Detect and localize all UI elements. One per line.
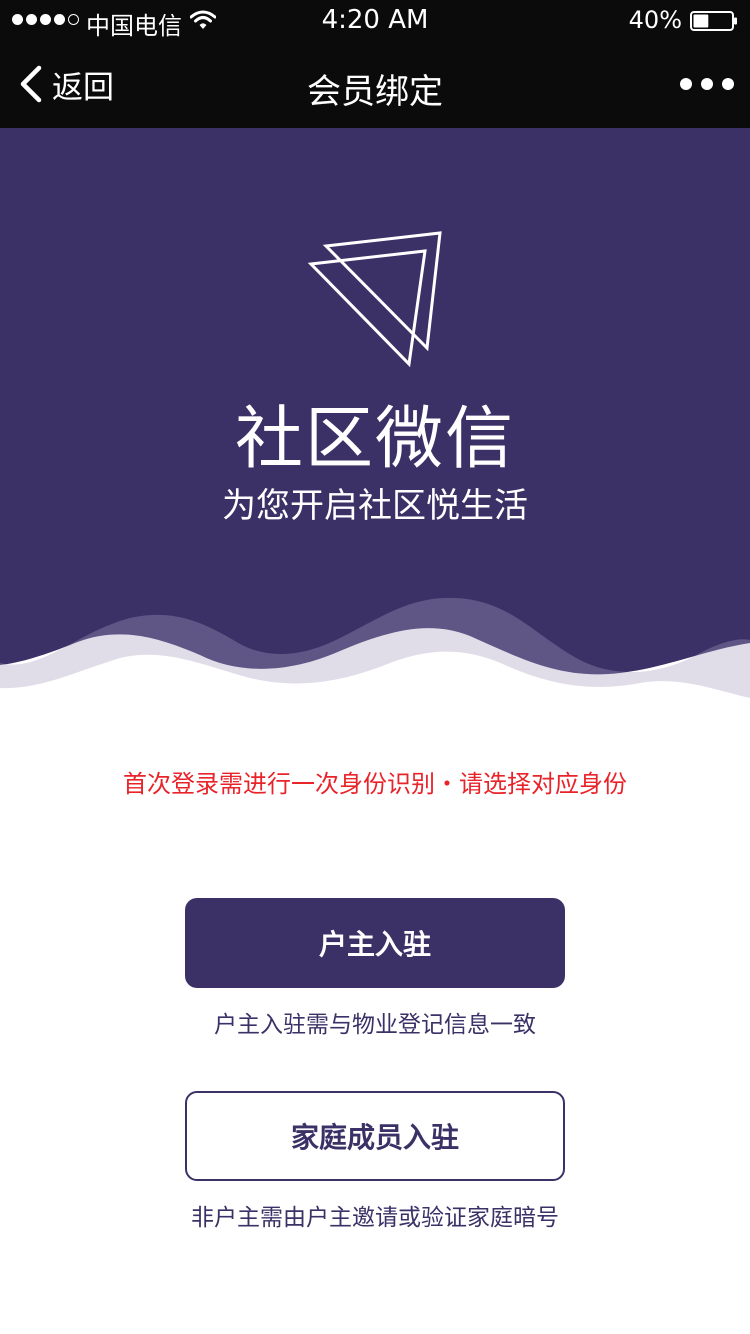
- family-member-join-hint: 非户主需由户主邀请或验证家庭暗号: [191, 1205, 559, 1231]
- owner-join-label: 户主入驻: [318, 928, 431, 961]
- more-dot: [680, 78, 692, 90]
- battery-percentage: 40%: [628, 6, 682, 34]
- family-member-join-label: 家庭成员入驻: [290, 1121, 459, 1154]
- hero-title: 社区微信: [234, 400, 515, 479]
- hero-subtitle: 为您开启社区悦生活: [222, 486, 528, 526]
- status-bar: 中国电信 4:20 AM 40%: [0, 0, 750, 40]
- family-member-join-button[interactable]: 家庭成员入驻: [185, 1091, 565, 1181]
- identity-notice: 首次登录需进行一次身份识别・请选择对应身份: [123, 770, 627, 798]
- more-dot: [701, 78, 713, 90]
- owner-join-hint: 户主入驻需与物业登记信息一致: [214, 1012, 536, 1038]
- owner-join-button[interactable]: 户主入驻: [185, 898, 565, 988]
- navigation-bar: 返回 会员绑定: [0, 40, 750, 128]
- hero-banner: 社区微信 为您开启社区悦生活: [0, 128, 750, 708]
- more-menu-button[interactable]: [680, 72, 734, 96]
- battery-icon: [690, 11, 737, 31]
- triangle-logo-icon: [307, 231, 442, 368]
- more-dot: [722, 78, 734, 90]
- page-title: 会员绑定: [307, 72, 443, 112]
